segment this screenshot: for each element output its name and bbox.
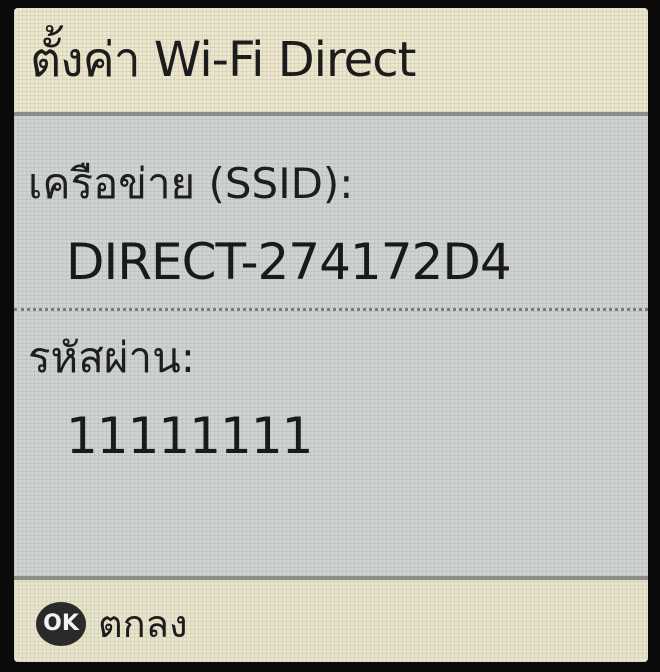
- printer-lcd-screen: ตั้งค่า Wi-Fi Direct เครือข่าย (SSID): D…: [14, 8, 648, 662]
- dotted-divider: [14, 308, 648, 311]
- title-bar: ตั้งค่า Wi-Fi Direct: [14, 8, 648, 116]
- ok-button-label[interactable]: ตกลง: [98, 598, 188, 650]
- password-value: 11111111: [66, 407, 313, 465]
- password-label: รหัสผ่าน:: [28, 333, 195, 382]
- ok-button-icon[interactable]: OK: [36, 602, 86, 646]
- footer-bar[interactable]: OK ตกลง: [14, 576, 648, 662]
- wifi-direct-info-panel: เครือข่าย (SSID): DIRECT-274172D4 รหัสผ่…: [14, 116, 648, 576]
- page-title: ตั้งค่า Wi-Fi Direct: [30, 32, 416, 88]
- ssid-value: DIRECT-274172D4: [66, 233, 512, 291]
- ssid-label: เครือข่าย (SSID):: [28, 159, 354, 208]
